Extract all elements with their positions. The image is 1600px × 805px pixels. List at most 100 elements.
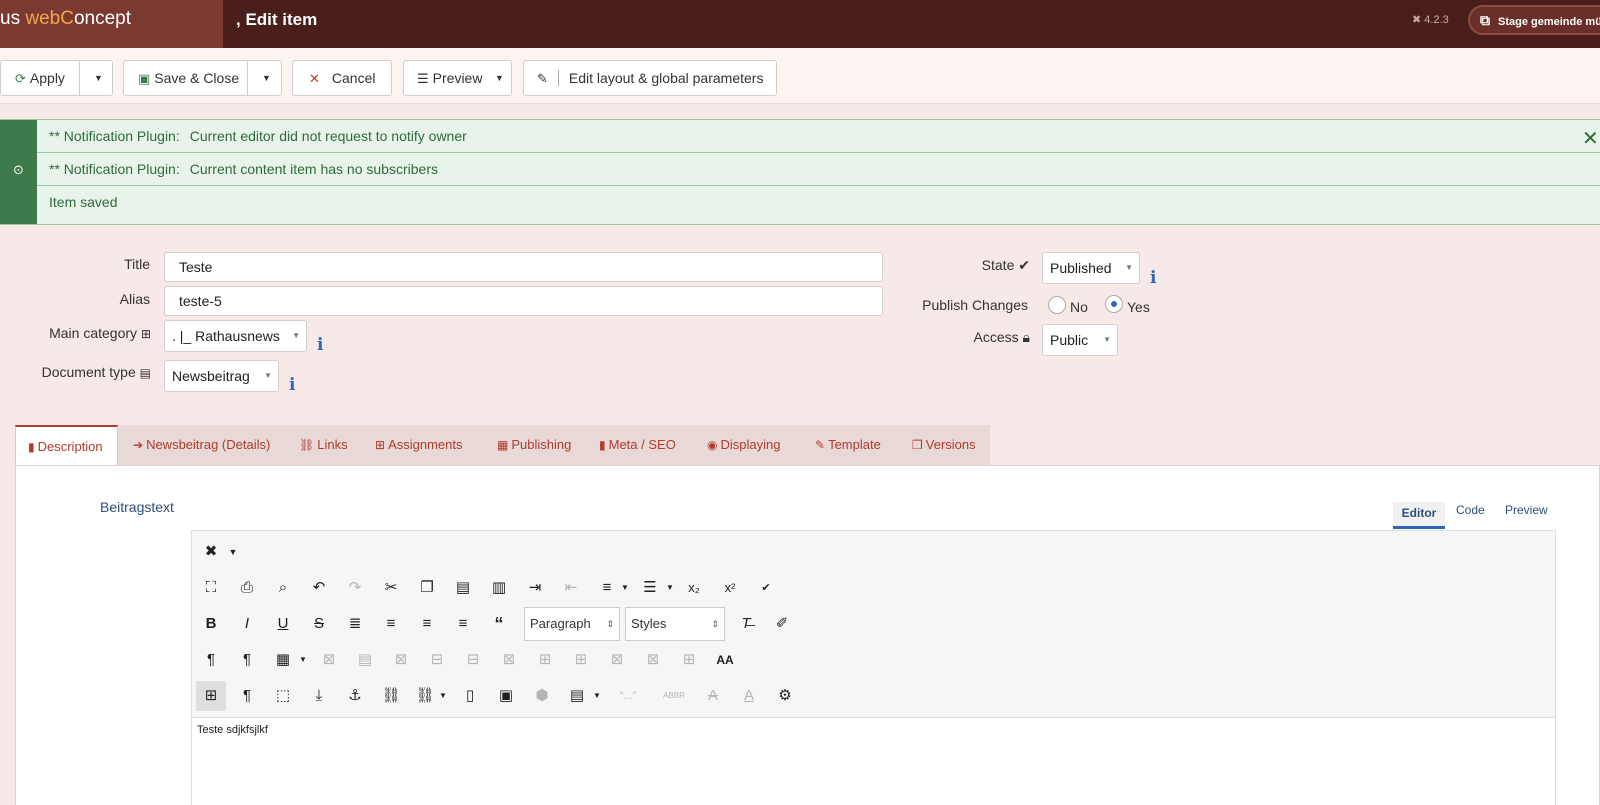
- access-value: Public: [1050, 332, 1089, 348]
- delete-col-icon[interactable]: ⊠: [602, 645, 632, 675]
- save-dropdown-toggle[interactable]: ▼: [247, 61, 285, 95]
- edit-icon: ✎: [537, 71, 548, 86]
- insert-row-before-icon[interactable]: ⊟: [422, 645, 452, 675]
- edit-layout-button[interactable]: ✎ Edit layout & global parameters: [523, 60, 777, 96]
- media-icon[interactable]: ⬢: [527, 681, 557, 711]
- upload-icon[interactable]: ⤓: [304, 681, 334, 711]
- state-select[interactable]: Published ▼: [1042, 252, 1140, 284]
- tab-publishing[interactable]: ▦ Publishing: [497, 425, 571, 465]
- paragraph-format-select[interactable]: Paragraph ⇕: [524, 607, 620, 641]
- sign-in-icon: ➔: [133, 438, 144, 452]
- blockquote-icon[interactable]: “: [484, 609, 514, 639]
- insert-col-after-icon[interactable]: ⊞: [566, 645, 596, 675]
- indent-icon[interactable]: ⇥: [520, 573, 550, 603]
- search-icon[interactable]: ⌕: [268, 573, 298, 603]
- styles-select[interactable]: Styles ⇕: [625, 607, 725, 641]
- insert-col-before-icon[interactable]: ⊞: [530, 645, 560, 675]
- tab-versions[interactable]: ❐ Versions: [912, 425, 976, 465]
- fullscreen-icon[interactable]: ⛶: [196, 573, 226, 603]
- underline-icon[interactable]: U: [268, 609, 298, 639]
- tab-label: Template: [828, 437, 881, 452]
- split-cells-icon[interactable]: ⊠: [638, 645, 668, 675]
- strike-text-icon[interactable]: A: [698, 681, 728, 711]
- stage-site-button[interactable]: ⧉ Stage gemeinde mü: [1468, 5, 1600, 35]
- format-painter-icon[interactable]: ✐: [767, 609, 797, 639]
- access-select[interactable]: Public ▼: [1042, 324, 1118, 356]
- redo-icon[interactable]: ↷: [340, 573, 370, 603]
- gear-icon[interactable]: ⚙: [770, 681, 800, 711]
- publish-yes-radio[interactable]: [1105, 295, 1123, 313]
- cut-icon[interactable]: ✂: [376, 573, 406, 603]
- image-icon[interactable]: ▣: [491, 681, 521, 711]
- row-props-icon[interactable]: ▤: [350, 645, 380, 675]
- cell-props-icon[interactable]: ⊠: [386, 645, 416, 675]
- apply-button[interactable]: ⟳ Apply ▼: [0, 60, 113, 96]
- merge-cells-icon[interactable]: ⊞: [674, 645, 704, 675]
- anchor-icon[interactable]: ⚓: [340, 681, 370, 711]
- info-icon[interactable]: i: [289, 375, 295, 395]
- top-header: us webConcept , Edit item ✖ 4.2.3 ⧉ Stage…: [0, 0, 1600, 48]
- publish-no-radio[interactable]: [1048, 296, 1066, 314]
- spellcheck-icon[interactable]: ✔: [751, 573, 781, 603]
- insert-row-after-icon[interactable]: ⊟: [458, 645, 488, 675]
- tab-displaying[interactable]: ◉ Displaying: [707, 425, 780, 465]
- print-icon[interactable]: ⎙: [232, 573, 262, 603]
- clear-format-icon[interactable]: T̶: [731, 609, 761, 639]
- outdent-icon[interactable]: ⇤: [556, 573, 586, 603]
- paste-icon[interactable]: ▤: [448, 573, 478, 603]
- save-close-button[interactable]: ▣ Save & Close ▼: [123, 60, 282, 96]
- tab-preview-mode[interactable]: Preview: [1505, 503, 1548, 517]
- info-icon[interactable]: i: [1150, 268, 1156, 288]
- info-icon[interactable]: i: [317, 335, 323, 355]
- sitemap-icon: ⊞: [140, 327, 151, 341]
- briefcase-icon: ▤: [139, 366, 151, 380]
- main-category-select[interactable]: . |_ Rathausnews ▼: [164, 320, 307, 352]
- italic-icon[interactable]: I: [232, 609, 262, 639]
- abbr-icon[interactable]: ABBR: [656, 681, 692, 711]
- text-color-icon[interactable]: A: [734, 681, 764, 711]
- undo-icon[interactable]: ↶: [304, 573, 334, 603]
- delete-row-icon[interactable]: ⊠: [494, 645, 524, 675]
- copy-icon[interactable]: ❐: [412, 573, 442, 603]
- quote-icon[interactable]: “...”: [610, 681, 646, 711]
- brand-logo[interactable]: us webConcept: [0, 0, 223, 48]
- align-right-icon[interactable]: ≡: [448, 609, 478, 639]
- document-icon[interactable]: ▯: [455, 681, 485, 711]
- align-center-icon[interactable]: ≡: [376, 609, 406, 639]
- tab-label: Publishing: [511, 437, 572, 452]
- subscript-icon[interactable]: x₂: [679, 573, 709, 603]
- document-type-select[interactable]: Newsbeitrag ▼: [164, 360, 279, 392]
- close-icon[interactable]: ✕: [1582, 126, 1599, 151]
- superscript-icon[interactable]: x²: [715, 573, 745, 603]
- alias-input[interactable]: teste-5: [164, 286, 883, 316]
- align-justify-icon[interactable]: ≣: [340, 609, 370, 639]
- delete-table-icon[interactable]: ⊠: [314, 645, 344, 675]
- visual-aid-icon[interactable]: ⊞: [196, 681, 226, 711]
- ltr-icon[interactable]: ¶: [196, 645, 226, 675]
- title-input[interactable]: Teste: [164, 252, 883, 282]
- show-blocks-icon[interactable]: ¶: [232, 681, 262, 711]
- strikethrough-icon[interactable]: S: [304, 609, 334, 639]
- tab-description[interactable]: ▮ Description: [15, 425, 118, 466]
- tab-links[interactable]: ⛓ Links: [299, 425, 348, 465]
- preview-button[interactable]: ☰ Preview ▼: [403, 60, 512, 96]
- tab-meta-seo[interactable]: ▮ Meta / SEO: [599, 425, 676, 465]
- editor-content[interactable]: Teste sdjkfsjlkf: [197, 724, 268, 736]
- paste-text-icon[interactable]: ▥: [484, 573, 514, 603]
- paragraph-marks-icon[interactable]: ⬚: [268, 681, 298, 711]
- rtl-icon[interactable]: ¶: [232, 645, 262, 675]
- tab-assignments[interactable]: ⊞ Assignments: [375, 425, 462, 465]
- tab-code-mode[interactable]: Code: [1456, 503, 1485, 517]
- caret-down-icon[interactable]: ▼: [428, 681, 458, 711]
- cancel-button[interactable]: ✕ Cancel: [292, 60, 392, 96]
- bold-icon[interactable]: B: [196, 609, 226, 639]
- caret-down-icon[interactable]: ▼: [218, 537, 248, 567]
- tab-newsbeitrag-details[interactable]: ➔ Newsbeitrag (Details): [133, 425, 270, 465]
- tab-editor-mode[interactable]: Editor: [1393, 502, 1445, 529]
- caret-down-icon[interactable]: ▼: [582, 681, 612, 711]
- align-left-icon[interactable]: ≡: [412, 609, 442, 639]
- unlink-icon[interactable]: ⛓: [376, 681, 406, 711]
- apply-dropdown-toggle[interactable]: ▼: [79, 61, 117, 95]
- font-size-icon[interactable]: AA: [710, 645, 740, 675]
- tab-template[interactable]: ✎ Template: [815, 425, 881, 465]
